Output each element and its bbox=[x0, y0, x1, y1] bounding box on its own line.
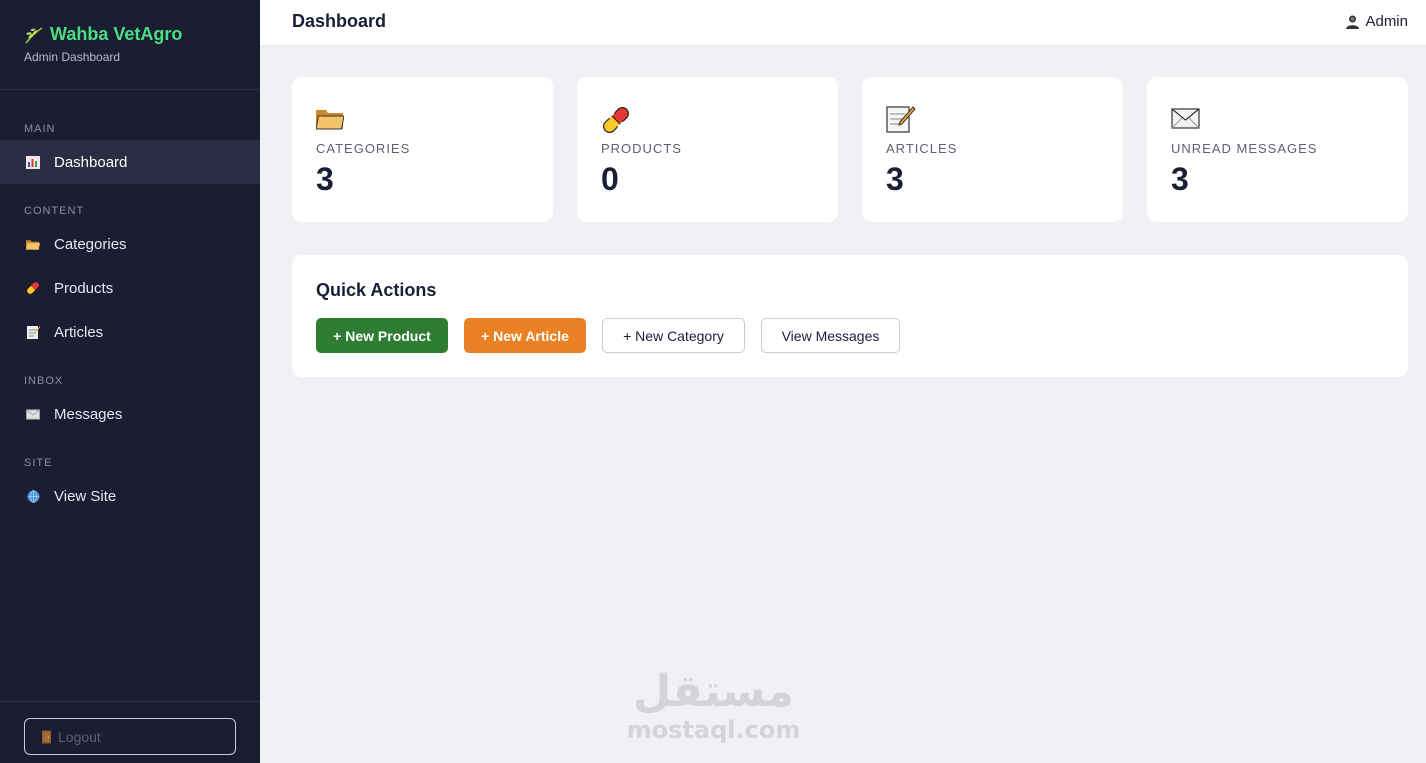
bar-chart-icon bbox=[26, 155, 40, 169]
watermark-arabic: مستقل bbox=[633, 666, 794, 717]
sidebar-item-label: View Site bbox=[54, 487, 117, 505]
sidebar-item-label: Articles bbox=[54, 323, 104, 341]
brand-title: Wahba VetAgro bbox=[50, 24, 183, 44]
sidebar-nav: MAIN Dashboard CONTENT Categories Produc… bbox=[0, 118, 260, 518]
new-product-button[interactable]: + New Product bbox=[316, 318, 448, 353]
memo-icon bbox=[26, 325, 40, 339]
user-menu[interactable]: Admin bbox=[1345, 13, 1408, 30]
brand: Wahba VetAgro Admin Dashboard bbox=[0, 0, 260, 90]
sidebar-footer: Logout bbox=[0, 701, 260, 763]
new-category-button[interactable]: + New Category bbox=[602, 318, 745, 353]
sidebar-item-view-site[interactable]: View Site bbox=[0, 474, 260, 518]
pill-icon bbox=[601, 105, 631, 133]
stat-label: ARTICLES bbox=[886, 141, 958, 156]
brand-subtitle: Admin Dashboard bbox=[24, 50, 121, 64]
stat-value: 3 bbox=[886, 161, 904, 197]
user-icon bbox=[1345, 14, 1360, 29]
section-label-inbox: INBOX bbox=[24, 375, 64, 387]
stat-card-products: PRODUCTS 0 bbox=[577, 77, 838, 222]
memo-icon bbox=[886, 105, 916, 133]
stat-card-unread-messages: UNREAD MESSAGES 3 bbox=[1147, 77, 1408, 222]
section-label-content: CONTENT bbox=[24, 205, 85, 217]
stat-card-categories: CATEGORIES 3 bbox=[292, 77, 553, 222]
pill-icon bbox=[26, 281, 40, 295]
logout-label: Logout bbox=[58, 728, 101, 745]
stat-value: 3 bbox=[1171, 161, 1189, 197]
watermark: مستقل mostaql.com bbox=[626, 666, 801, 745]
quick-actions-title: Quick Actions bbox=[316, 280, 437, 300]
door-icon bbox=[41, 730, 52, 744]
section-label-site: SITE bbox=[24, 457, 53, 469]
stat-card-articles: ARTICLES 3 bbox=[862, 77, 1123, 222]
stat-value: 0 bbox=[601, 161, 619, 197]
stat-value: 3 bbox=[316, 161, 334, 197]
page-title: Dashboard bbox=[292, 11, 387, 31]
sidebar-item-categories[interactable]: Categories bbox=[0, 222, 260, 266]
section-label-main: MAIN bbox=[24, 123, 56, 135]
logout-button[interactable]: Logout bbox=[24, 718, 236, 755]
view-messages-button[interactable]: View Messages bbox=[761, 318, 900, 353]
folder-icon bbox=[315, 105, 346, 133]
sidebar-item-messages[interactable]: Messages bbox=[0, 392, 260, 436]
stat-label: UNREAD MESSAGES bbox=[1171, 141, 1318, 156]
brand-title-row: Wahba VetAgro bbox=[24, 24, 236, 45]
sidebar-item-products[interactable]: Products bbox=[0, 266, 260, 310]
sidebar-item-articles[interactable]: Articles bbox=[0, 310, 260, 354]
envelope-icon bbox=[1171, 105, 1201, 133]
sidebar-item-label: Dashboard bbox=[54, 153, 128, 171]
stat-label: PRODUCTS bbox=[601, 141, 682, 156]
folder-icon bbox=[26, 237, 40, 251]
quick-actions-panel: Quick Actions + New Product + New Articl… bbox=[292, 255, 1408, 377]
envelope-icon bbox=[26, 407, 40, 421]
sidebar-item-dashboard[interactable]: Dashboard bbox=[0, 140, 260, 184]
leaf-icon bbox=[24, 26, 44, 44]
sidebar-item-label: Categories bbox=[54, 235, 127, 253]
globe-icon bbox=[26, 489, 40, 503]
topbar: Dashboard Admin bbox=[260, 0, 1426, 45]
sidebar-item-label: Products bbox=[54, 279, 114, 297]
new-article-button[interactable]: + New Article bbox=[464, 318, 586, 353]
watermark-text: mostaql.com bbox=[626, 716, 801, 744]
sidebar: Wahba VetAgro Admin Dashboard MAIN Dashb… bbox=[0, 0, 260, 763]
stat-label: CATEGORIES bbox=[316, 141, 411, 156]
sidebar-item-label: Messages bbox=[54, 405, 123, 423]
user-name: Admin bbox=[1365, 13, 1408, 30]
